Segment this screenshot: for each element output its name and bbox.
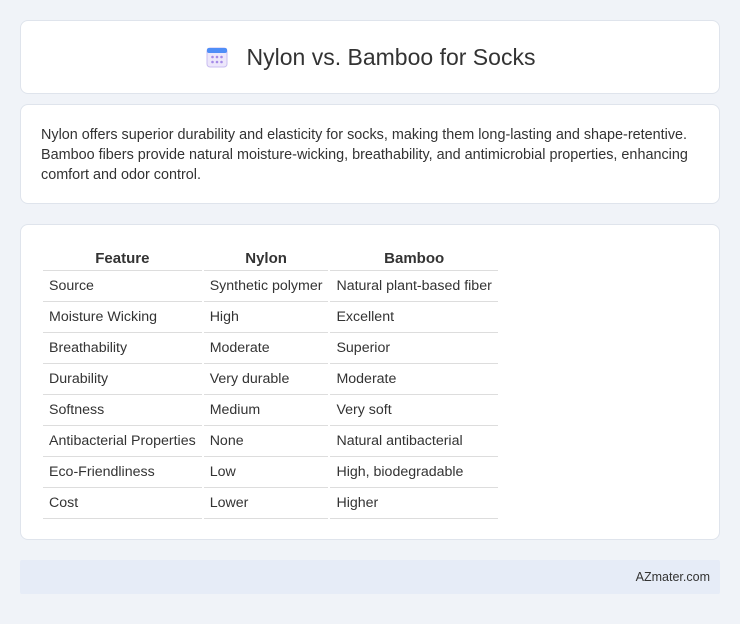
cell-feature: Eco-Friendliness <box>43 457 202 488</box>
cell-nylon: Low <box>203 457 329 488</box>
cell-nylon: Medium <box>203 395 329 426</box>
header-nylon: Nylon <box>203 245 329 271</box>
summary-card: Nylon offers superior durability and ela… <box>20 104 720 204</box>
table-row: Cost Lower Higher <box>43 488 498 519</box>
table-row: Antibacterial Properties None Natural an… <box>43 426 498 457</box>
cell-bamboo: Excellent <box>330 302 498 333</box>
title-card: Nylon vs. Bamboo for Socks <box>20 20 720 94</box>
table-card: Feature Nylon Bamboo Source Synthetic po… <box>20 224 720 540</box>
table-row: Eco-Friendliness Low High, biodegradable <box>43 457 498 488</box>
cell-feature: Breathability <box>43 333 202 364</box>
cell-feature: Durability <box>43 364 202 395</box>
cell-feature: Softness <box>43 395 202 426</box>
footer-brand: AZmater.com <box>635 570 710 584</box>
title-wrap: Nylon vs. Bamboo for Socks <box>205 43 536 71</box>
cell-feature: Cost <box>43 488 202 519</box>
cell-bamboo: Natural antibacterial <box>330 426 498 457</box>
cell-nylon: Synthetic polymer <box>203 271 329 302</box>
cell-nylon: None <box>203 426 329 457</box>
table-row: Source Synthetic polymer Natural plant-b… <box>43 271 498 302</box>
table-row: Breathability Moderate Superior <box>43 333 498 364</box>
header-feature: Feature <box>43 245 202 271</box>
calendar-icon <box>205 45 229 69</box>
cell-feature: Antibacterial Properties <box>43 426 202 457</box>
page-title: Nylon vs. Bamboo for Socks <box>246 43 536 70</box>
cell-feature: Moisture Wicking <box>43 302 202 333</box>
summary-text: Nylon offers superior durability and ela… <box>41 127 688 183</box>
table-header-row: Feature Nylon Bamboo <box>43 245 498 271</box>
cell-nylon: Moderate <box>203 333 329 364</box>
cell-bamboo: Higher <box>330 488 498 519</box>
header-bamboo: Bamboo <box>330 245 498 271</box>
cell-bamboo: Moderate <box>330 364 498 395</box>
table-row: Moisture Wicking High Excellent <box>43 302 498 333</box>
cell-nylon: Lower <box>203 488 329 519</box>
cell-bamboo: High, biodegradable <box>330 457 498 488</box>
table-row: Softness Medium Very soft <box>43 395 498 426</box>
cell-bamboo: Very soft <box>330 395 498 426</box>
cell-feature: Source <box>43 271 202 302</box>
comparison-table: Feature Nylon Bamboo Source Synthetic po… <box>41 245 500 519</box>
cell-nylon: High <box>203 302 329 333</box>
cell-bamboo: Natural plant-based fiber <box>330 271 498 302</box>
table-row: Durability Very durable Moderate <box>43 364 498 395</box>
footer-bar: AZmater.com <box>20 560 720 594</box>
cell-bamboo: Superior <box>330 333 498 364</box>
cell-nylon: Very durable <box>203 364 329 395</box>
